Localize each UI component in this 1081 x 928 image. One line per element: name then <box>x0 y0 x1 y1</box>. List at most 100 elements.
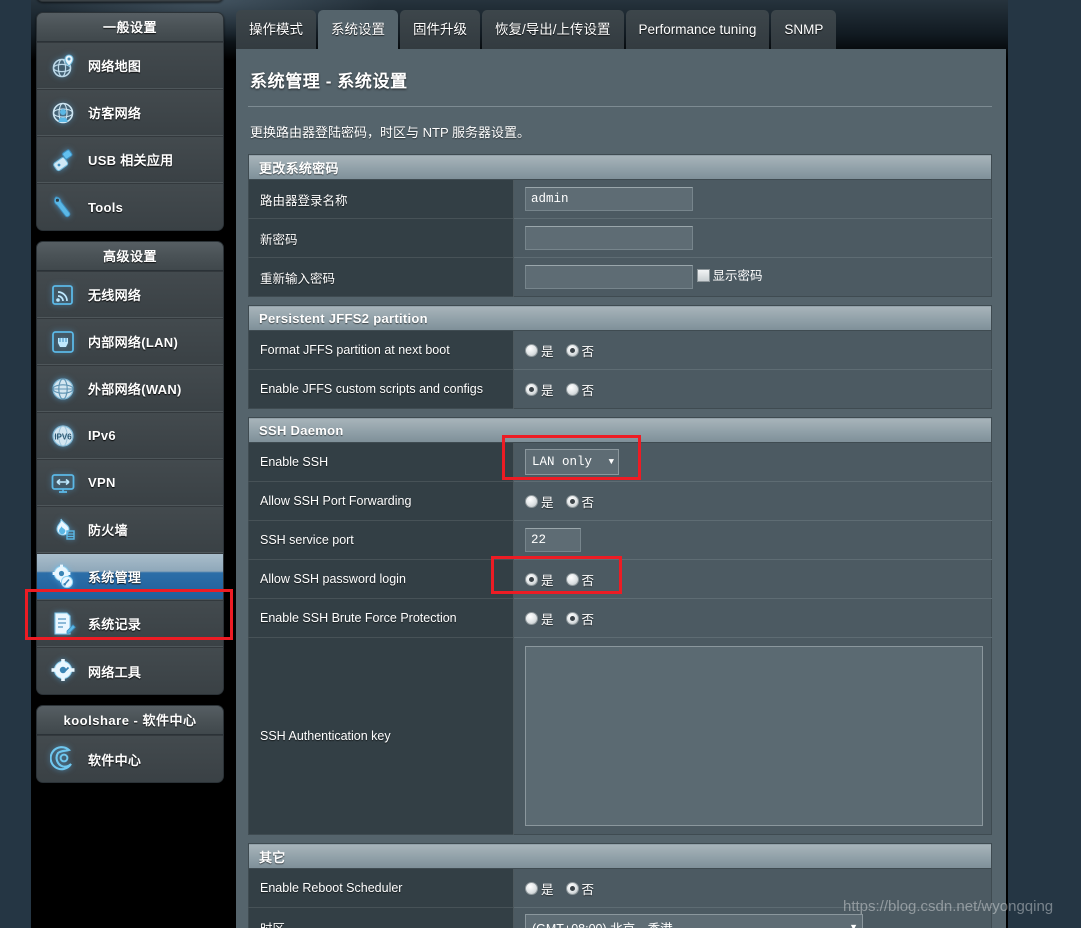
sidebar-item-label: 内部网络(LAN) <box>88 335 179 350</box>
sidebar-group-title: 高级设置 <box>37 242 223 271</box>
row-label: Enable JFFS custom scripts and configs <box>248 369 514 409</box>
radio-yes[interactable] <box>525 611 538 625</box>
sidebar-item-vpn[interactable]: VPN <box>37 459 223 506</box>
radio-no[interactable] <box>565 382 579 396</box>
tab-performance-tuning[interactable]: Performance tuning <box>625 10 770 49</box>
sidebar-item-guest-network[interactable]: 访客网络 <box>37 89 223 136</box>
retype-password-input[interactable] <box>525 265 693 289</box>
sidebar-item-system-log[interactable]: 系统记录 <box>37 600 223 647</box>
sidebar-item-label: 外部网络(WAN) <box>88 382 182 397</box>
wan-globe-icon <box>49 375 77 403</box>
sidebar-item-ipv6[interactable]: IPV6 IPv6 <box>37 412 223 459</box>
row-label: SSH Authentication key <box>248 637 514 835</box>
router-login-name-input[interactable] <box>525 187 693 211</box>
wrench-icon <box>49 193 77 221</box>
radio-no-label: 否 <box>581 573 595 588</box>
section-header-row: SSH Daemon <box>248 417 992 443</box>
radio-no[interactable] <box>565 572 579 586</box>
sidebar-item-label: USB 相关应用 <box>88 153 174 168</box>
row-value <box>513 179 992 219</box>
row-retype-password: 重新输入密码 显示密码 <box>248 257 992 297</box>
sidebar-item-network-tools[interactable]: 网络工具 <box>37 647 223 694</box>
radio-no-label: 否 <box>581 882 595 897</box>
row-format-jffs: Format JFFS partition at next boot 是 否 <box>248 330 992 370</box>
radio-yes[interactable] <box>525 881 538 895</box>
chevron-down-icon: ▼ <box>849 922 858 928</box>
row-label: Allow SSH Port Forwarding <box>248 481 514 521</box>
section-header-row: 其它 <box>248 843 992 869</box>
show-password-label: 显示密码 <box>712 269 763 283</box>
radio-no[interactable] <box>565 611 579 625</box>
timezone-select[interactable]: (GMT+08:00) 北京，香港 ▼ <box>525 914 863 928</box>
sidebar-item-label: Tools <box>88 199 124 215</box>
sidebar-item-label: 网络地图 <box>88 59 142 74</box>
row-label: 新密码 <box>248 218 514 258</box>
tab-snmp[interactable]: SNMP <box>771 10 837 49</box>
ssh-authentication-key-textarea[interactable] <box>525 646 983 826</box>
sidebar-item-lan[interactable]: 内部网络(LAN) <box>37 318 223 365</box>
sidebar-item-software-center[interactable]: 软件中心 <box>37 735 223 782</box>
show-password-checkbox[interactable] <box>697 269 711 282</box>
sidebar-item-wan[interactable]: 外部网络(WAN) <box>37 365 223 412</box>
tab-system-settings[interactable]: 系统设置 <box>318 10 398 49</box>
ssh-service-port-input[interactable] <box>525 528 581 552</box>
sidebar-group-title: 一般设置 <box>37 13 223 42</box>
section-jffs2: Persistent JFFS2 partition Format JFFS p… <box>248 305 992 409</box>
sidebar-item-partial[interactable] <box>37 0 223 1</box>
radio-no-label: 否 <box>581 495 595 510</box>
sidebar-item-label: 访客网络 <box>88 106 142 121</box>
radio-yes[interactable] <box>525 494 538 508</box>
sidebar-group-general: 一般设置 网络地图 访客网络 USB 相关应用 Tools <box>36 12 224 231</box>
lan-icon <box>49 328 77 356</box>
sidebar-item-administration[interactable]: 系统管理 <box>37 553 223 600</box>
sidebar-item-wireless[interactable]: 无线网络 <box>37 271 223 318</box>
radio-no-label: 否 <box>581 612 595 627</box>
row-enable-ssh: Enable SSH LAN only ▼ <box>248 442 992 482</box>
section-title: Persistent JFFS2 partition <box>248 305 992 331</box>
network-tools-icon <box>49 657 77 685</box>
radio-yes-label: 是 <box>541 612 554 627</box>
row-ssh-brute-force: Enable SSH Brute Force Protection 是 否 <box>248 598 992 638</box>
left-desktop-strip <box>0 0 31 928</box>
radio-no[interactable] <box>565 343 579 357</box>
row-value: LAN only ▼ <box>513 442 992 482</box>
sidebar-group-advanced: 高级设置 无线网络 内部网络(LAN) 外部网络(WAN) IPV6 IPv6 … <box>36 241 224 695</box>
gear-icon <box>49 563 77 591</box>
svg-text:IPV6: IPV6 <box>54 432 72 441</box>
firewall-flame-icon <box>49 516 77 544</box>
radio-yes[interactable] <box>525 572 538 586</box>
row-ssh-auth-key: SSH Authentication key <box>248 637 992 835</box>
ipv6-icon: IPV6 <box>49 422 77 450</box>
row-value: (GMT+08:00) 北京，香港 ▼ <box>513 907 992 928</box>
enable-ssh-select[interactable]: LAN only ▼ <box>525 449 619 475</box>
wireless-icon <box>49 281 77 309</box>
radio-yes-label: 是 <box>541 383 554 398</box>
radio-no[interactable] <box>565 881 579 895</box>
sidebar-item-network-map[interactable]: 网络地图 <box>37 42 223 89</box>
sidebar-group-koolshare: koolshare - 软件中心 软件中心 <box>36 705 224 783</box>
radio-yes[interactable] <box>525 382 538 396</box>
radio-no[interactable] <box>565 494 579 508</box>
row-label: SSH service port <box>248 520 514 560</box>
row-label: Format JFFS partition at next boot <box>248 330 514 370</box>
radio-yes[interactable] <box>525 343 538 357</box>
new-password-input[interactable] <box>525 226 693 250</box>
section-title: SSH Daemon <box>248 417 992 443</box>
tab-firmware-upgrade[interactable]: 固件升级 <box>400 10 480 49</box>
row-value: 显示密码 <box>513 257 992 297</box>
row-new-password: 新密码 <box>248 218 992 258</box>
row-value: 是 否 <box>513 481 992 521</box>
tab-restore-save-upload[interactable]: 恢复/导出/上传设置 <box>482 10 624 49</box>
row-label: 时区 <box>248 907 514 928</box>
sidebar-item-tools[interactable]: Tools <box>37 183 223 230</box>
row-reboot-scheduler: Enable Reboot Scheduler 是 否 <box>248 868 992 908</box>
row-label: Allow SSH password login <box>248 559 514 599</box>
sidebar-item-usb-application[interactable]: USB 相关应用 <box>37 136 223 183</box>
row-value: 是 否 <box>513 868 992 908</box>
radio-yes-label: 是 <box>541 573 554 588</box>
tab-operation-mode[interactable]: 操作模式 <box>236 10 316 49</box>
row-value: 是 否 <box>513 330 992 370</box>
sidebar-item-firewall[interactable]: 防火墙 <box>37 506 223 553</box>
row-label: Enable SSH Brute Force Protection <box>248 598 514 638</box>
row-router-login-name: 路由器登录名称 <box>248 179 992 219</box>
